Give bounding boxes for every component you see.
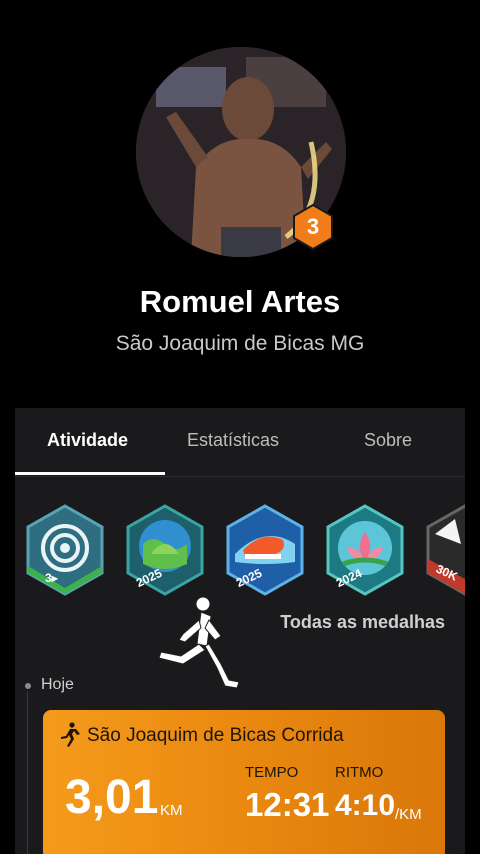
all-medals-link[interactable]: Todas as medalhas (280, 612, 445, 633)
activity-panel: Atividade Estatísticas Sobre 3▸ 2025 202… (15, 408, 465, 854)
medal-label: 3▸ (45, 571, 59, 585)
lotus-2024-medal-icon: 2024 (326, 504, 404, 596)
profile-name: Romuel Artes (139, 284, 341, 319)
activity-title: São Joaquim de Bicas Corrida (87, 725, 344, 746)
medal-item[interactable]: 30K (425, 504, 465, 596)
time-value: 12:31 (245, 786, 330, 823)
activity-card[interactable]: São Joaquim de Bicas Corrida 3,01 KM TEM… (43, 710, 445, 854)
level-badge: 3 (292, 203, 334, 251)
timeline-line (27, 691, 28, 854)
pace-value: 4:10 (335, 789, 396, 822)
level-number: 3 (306, 214, 320, 239)
timeline-dot (25, 683, 31, 689)
distance-value: 3,01 (65, 771, 159, 824)
active-tab-indicator (15, 472, 165, 475)
medal-item[interactable]: 2025 (225, 504, 305, 596)
target-medal-icon: 3▸ (26, 504, 104, 596)
medal-item[interactable]: 3▸ (25, 504, 105, 596)
pace-unit: /KM (395, 806, 422, 823)
tab-sobre[interactable]: Sobre (364, 430, 412, 451)
30k-medal-icon: 30K (426, 504, 465, 596)
sneaker-2025-medal-icon: 2025 (226, 504, 304, 596)
pace-label: RITMO (335, 764, 384, 781)
runner-illustration (158, 596, 240, 689)
profile-location: São Joaquim de Bicas MG (115, 332, 365, 355)
medal-item[interactable]: 2024 (325, 504, 405, 596)
timeline-today-label: Hoje (41, 676, 74, 693)
tab-bar: Atividade Estatísticas Sobre (15, 408, 465, 477)
distance-unit: KM (160, 802, 183, 819)
time-label: TEMPO (245, 764, 299, 781)
earth-2025-medal-icon: 2025 (126, 504, 204, 596)
tab-atividade[interactable]: Atividade (47, 430, 128, 451)
tab-estatisticas[interactable]: Estatísticas (187, 430, 279, 451)
running-icon (61, 722, 80, 747)
medals-row: 3▸ 2025 2025 2024 30K (15, 504, 465, 604)
medal-item[interactable]: 2025 (125, 504, 205, 596)
